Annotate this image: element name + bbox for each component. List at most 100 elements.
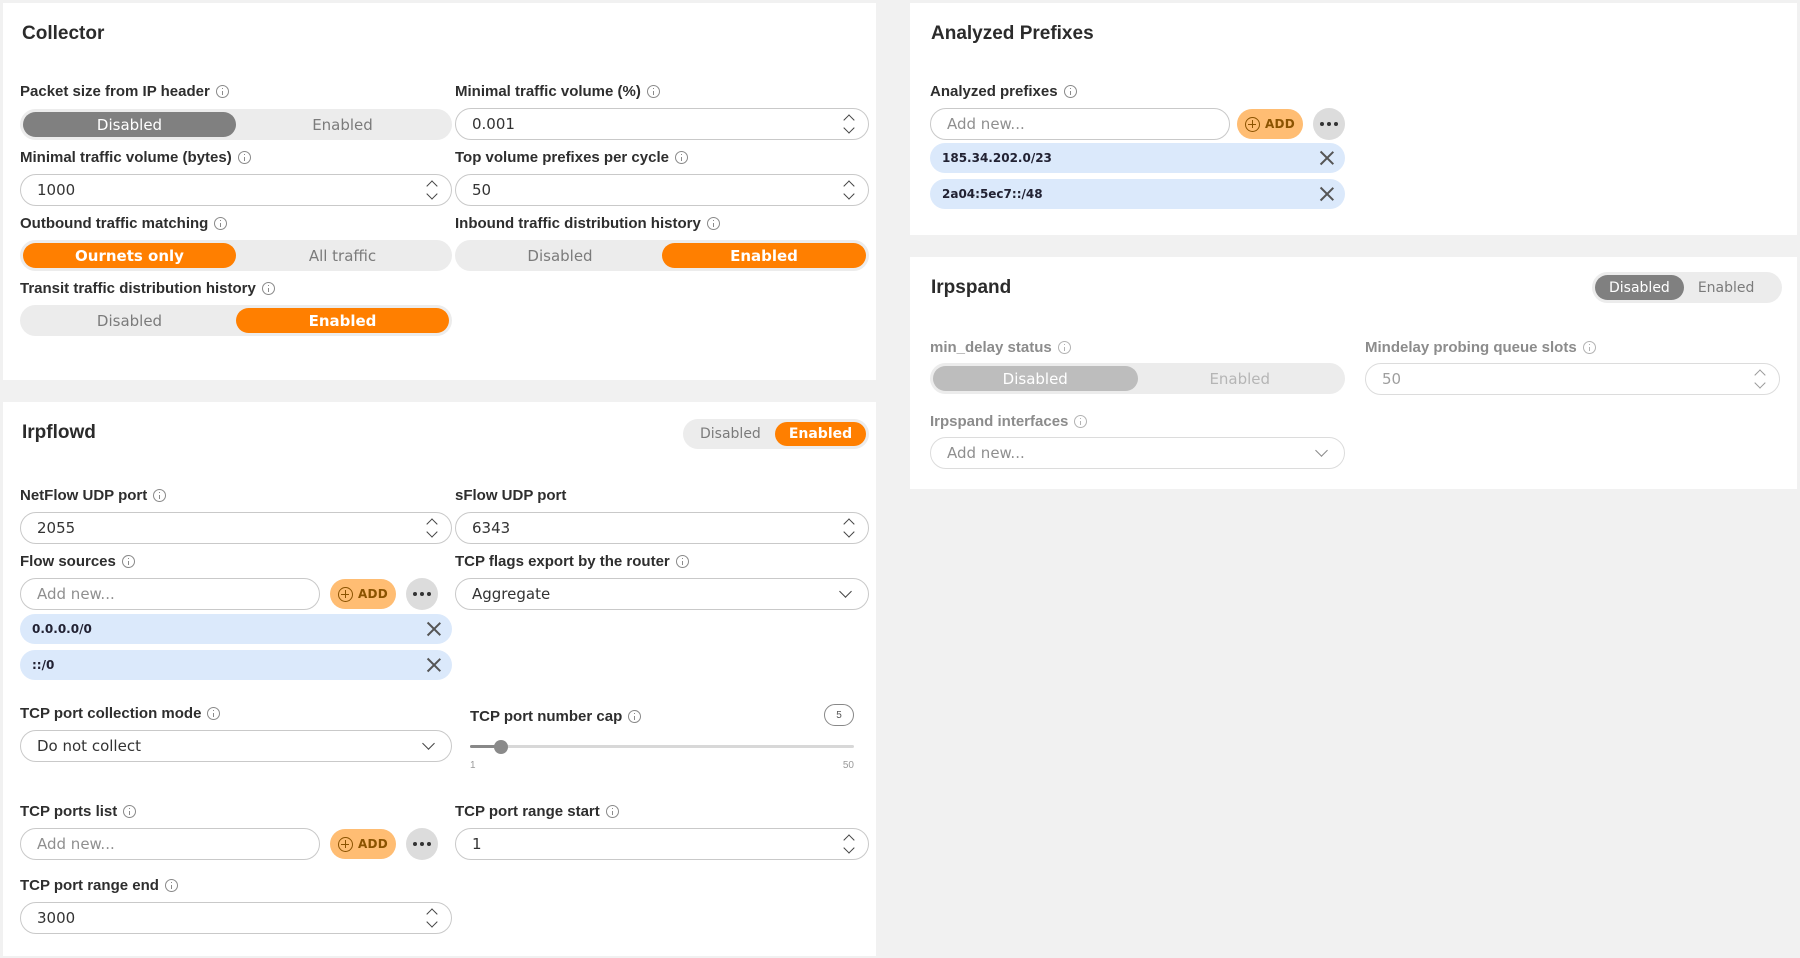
info-icon [674, 150, 688, 164]
plus-circle-icon [337, 586, 353, 602]
transit-history-field: Transit traffic distribution history Dis… [20, 279, 452, 339]
tcp-cap-field: TCP port number cap 5 1 50 [470, 704, 854, 779]
min-volume-pct-input[interactable]: 0.001 [455, 108, 869, 140]
toggle-option-disabled[interactable]: Disabled [23, 308, 236, 333]
info-icon [1074, 414, 1088, 428]
toggle-option-ournets[interactable]: Ournets only [23, 243, 236, 268]
flow-sources-input[interactable]: Add new... [20, 578, 320, 610]
analyzed-prefixes-field: Analyzed prefixes Add new... ADD 185.34.… [930, 82, 1345, 222]
toggle-option-disabled[interactable]: Disabled [933, 366, 1138, 391]
remove-icon[interactable] [426, 657, 442, 673]
stepper-icon[interactable] [426, 516, 439, 540]
field-label: Minimal traffic volume (bytes) [20, 148, 251, 166]
sflow-port-input[interactable]: 6343 [455, 512, 869, 544]
inbound-history-field: Inbound traffic distribution history Dis… [455, 214, 869, 274]
min-volume-bytes-input[interactable]: 1000 [20, 174, 452, 206]
slider-track[interactable] [470, 745, 854, 748]
stepper-icon[interactable] [426, 178, 439, 202]
top-prefixes-input[interactable]: 50 [455, 174, 869, 206]
stepper-icon[interactable] [843, 178, 856, 202]
info-icon [675, 554, 689, 568]
netflow-port-input[interactable]: 2055 [20, 512, 452, 544]
tcp-flags-select[interactable]: Aggregate [455, 578, 869, 610]
add-flow-source-button[interactable]: ADD [330, 579, 396, 609]
tcp-range-end-input[interactable]: 3000 [20, 902, 452, 934]
outbound-matching-toggle: Ournets only All traffic [20, 240, 452, 271]
interfaces-select[interactable]: Add new... [930, 437, 1345, 469]
more-options-button[interactable] [406, 578, 438, 610]
packet-size-field: Packet size from IP header Disabled Enab… [20, 82, 452, 142]
panel-title: Irpflowd [22, 422, 96, 443]
flow-sources-field: Flow sources Add new... ADD 0.0.0.0/0 ::… [20, 552, 452, 692]
field-label: Analyzed prefixes [930, 82, 1077, 100]
remove-icon[interactable] [426, 621, 442, 637]
remove-icon[interactable] [1319, 150, 1335, 166]
stepper-icon[interactable] [1754, 367, 1767, 391]
queue-slots-field: Mindelay probing queue slots 50 [1365, 338, 1780, 398]
toggle-option-disabled[interactable]: Disabled [23, 112, 236, 137]
stepper-icon[interactable] [843, 516, 856, 540]
queue-slots-input[interactable]: 50 [1365, 363, 1780, 395]
info-icon [237, 150, 251, 164]
info-icon [706, 216, 720, 230]
info-icon [215, 84, 229, 98]
panel-title: Analyzed Prefixes [931, 23, 1094, 44]
interfaces-field: Irpspand interfaces Add new... [930, 412, 1345, 472]
toggle-option-enabled[interactable]: Enabled [236, 308, 449, 333]
min-delay-toggle: Disabled Enabled [930, 363, 1345, 394]
toggle-option-enabled[interactable]: Enabled [1138, 366, 1343, 391]
tcp-collection-select[interactable]: Do not collect [20, 730, 452, 762]
toggle-option-enabled[interactable]: Enabled [1684, 275, 1769, 300]
sflow-port-field: sFlow UDP port 6343 [455, 486, 869, 546]
toggle-option-enabled[interactable]: Enabled [662, 243, 866, 268]
tcp-range-start-input[interactable]: 1 [455, 828, 869, 860]
tcp-collection-field: TCP port collection mode Do not collect [20, 704, 452, 764]
info-icon [164, 878, 178, 892]
toggle-option-all-traffic[interactable]: All traffic [236, 243, 449, 268]
stepper-icon[interactable] [843, 832, 856, 856]
field-label: Irpspand interfaces [930, 412, 1088, 430]
toggle-option-disabled[interactable]: Disabled [686, 422, 775, 446]
transit-history-toggle: Disabled Enabled [20, 305, 452, 336]
info-icon [153, 488, 167, 502]
analyzed-prefixes-panel: Analyzed Prefixes Analyzed prefixes Add … [910, 3, 1797, 235]
plus-circle-icon [1244, 116, 1260, 132]
field-label: NetFlow UDP port [20, 486, 167, 504]
irpflowd-toggle: Disabled Enabled [683, 419, 869, 449]
add-prefix-button[interactable]: ADD [1237, 109, 1303, 139]
info-icon [123, 804, 137, 818]
remove-icon[interactable] [1319, 186, 1335, 202]
field-label: Mindelay probing queue slots [1365, 338, 1596, 356]
more-options-button[interactable] [406, 828, 438, 860]
toggle-option-enabled[interactable]: Enabled [774, 422, 867, 446]
more-options-button[interactable] [1313, 108, 1345, 140]
info-icon [646, 84, 660, 98]
outbound-matching-field: Outbound traffic matching Ournets only A… [20, 214, 452, 274]
tcp-ports-input[interactable]: Add new... [20, 828, 320, 860]
chevron-down-icon [1315, 444, 1328, 457]
toggle-option-disabled[interactable]: Disabled [1595, 275, 1684, 300]
info-icon [1063, 84, 1077, 98]
field-label: Top volume prefixes per cycle [455, 148, 688, 166]
add-tcp-port-button[interactable]: ADD [330, 829, 396, 859]
info-icon [207, 706, 221, 720]
collector-panel: Collector Packet size from IP header Dis… [3, 3, 876, 380]
stepper-icon[interactable] [426, 906, 439, 930]
irpspand-panel: Irpspand Disabled Enabled min_delay stat… [910, 257, 1797, 489]
slider-handle[interactable] [494, 740, 508, 754]
min-volume-pct-field: Minimal traffic volume (%) 0.001 [455, 82, 869, 142]
toggle-option-enabled[interactable]: Enabled [236, 112, 449, 137]
inbound-history-toggle: Disabled Enabled [455, 240, 869, 271]
field-label: TCP port number cap [470, 707, 642, 725]
field-label: TCP port range start [455, 802, 619, 820]
min-delay-field: min_delay status Disabled Enabled [930, 338, 1345, 398]
stepper-icon[interactable] [843, 112, 856, 136]
irpspand-toggle: Disabled Enabled [1592, 272, 1782, 303]
field-label: Packet size from IP header [20, 82, 229, 100]
top-prefixes-field: Top volume prefixes per cycle 50 [455, 148, 869, 208]
toggle-option-disabled[interactable]: Disabled [458, 243, 662, 268]
analyzed-prefixes-input[interactable]: Add new... [930, 108, 1230, 140]
slider-value-badge: 5 [824, 704, 854, 726]
field-label: Inbound traffic distribution history [455, 214, 720, 232]
field-label: Outbound traffic matching [20, 214, 228, 232]
